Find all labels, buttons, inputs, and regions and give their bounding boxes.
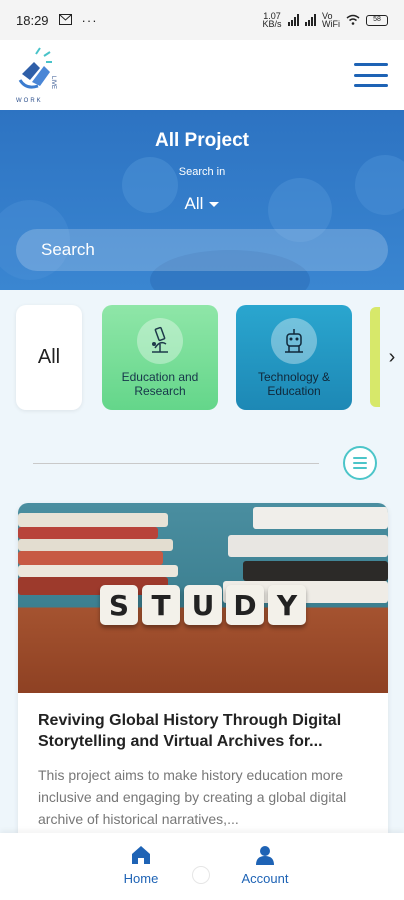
nav-home[interactable]: Home bbox=[96, 845, 186, 886]
account-icon bbox=[256, 846, 274, 865]
list-icon-line bbox=[353, 462, 367, 464]
list-icon-line bbox=[353, 467, 367, 469]
category-label: All bbox=[37, 346, 61, 368]
search-scope-dropdown[interactable]: All bbox=[0, 194, 404, 214]
logo-text: WORK bbox=[16, 98, 43, 104]
microscope-icon bbox=[137, 317, 183, 364]
chevron-right-icon[interactable]: › bbox=[382, 345, 402, 369]
category-label: Technology & Education bbox=[257, 369, 331, 398]
nav-account-label: Account bbox=[241, 871, 289, 886]
hamburger-icon-line bbox=[354, 73, 388, 77]
app-logo[interactable]: LIVE WORK bbox=[16, 46, 62, 104]
list-view-toggle-button[interactable] bbox=[343, 446, 377, 480]
app-header: LIVE WORK bbox=[0, 40, 404, 110]
category-next-peek[interactable] bbox=[370, 307, 380, 407]
home-icon bbox=[132, 846, 150, 864]
category-all[interactable]: All bbox=[16, 305, 82, 410]
search-in-label: Search in bbox=[178, 166, 226, 178]
list-icon-line bbox=[353, 457, 367, 459]
svg-text:LIVE: LIVE bbox=[50, 76, 56, 89]
signal-icon-2 bbox=[305, 14, 316, 26]
hamburger-menu-button[interactable] bbox=[354, 63, 388, 87]
search-scope-value: All bbox=[184, 194, 204, 213]
category-education-research[interactable]: Education and Research bbox=[102, 305, 218, 410]
nav-home-label: Home bbox=[123, 871, 159, 886]
category-label: Education and Research bbox=[121, 369, 199, 398]
project-card-image: S T U D Y bbox=[18, 503, 388, 693]
section-divider bbox=[33, 463, 319, 464]
hamburger-icon-line bbox=[354, 63, 388, 66]
robot-icon bbox=[271, 317, 317, 364]
signal-icon bbox=[288, 14, 299, 26]
status-bar: 18:29 ··· 1.07 KB/s Vo WiFi 58 bbox=[0, 0, 404, 40]
volte-wifi-label: Vo WiFi bbox=[322, 11, 340, 29]
project-description: This project aims to make history educat… bbox=[38, 767, 347, 827]
message-icon bbox=[58, 13, 72, 28]
status-time: 18:29 bbox=[16, 12, 49, 28]
hero-banner: All Project Search in All Search bbox=[0, 110, 404, 290]
page-title: All Project bbox=[155, 130, 249, 151]
home-indicator bbox=[192, 866, 210, 884]
more-notifications-icon: ··· bbox=[81, 12, 98, 28]
battery-icon: 58 bbox=[366, 14, 388, 26]
wifi-icon bbox=[346, 14, 360, 27]
search-input[interactable]: Search bbox=[16, 229, 388, 271]
category-carousel: All Education and Research Technology & … bbox=[0, 290, 404, 440]
project-card[interactable]: S T U D Y Reviving Global History Throug… bbox=[18, 503, 388, 843]
project-title: Reviving Global History Through Digital … bbox=[38, 712, 342, 750]
hamburger-icon-line bbox=[354, 84, 388, 87]
network-speed: 1.07 KB/s bbox=[262, 11, 282, 29]
study-dice: S T U D Y bbox=[100, 585, 306, 625]
bottom-navigation: Home Account bbox=[0, 833, 404, 900]
caret-down-icon bbox=[209, 202, 220, 208]
nav-account[interactable]: Account bbox=[220, 845, 310, 886]
category-technology-education[interactable]: Technology & Education bbox=[236, 305, 352, 410]
